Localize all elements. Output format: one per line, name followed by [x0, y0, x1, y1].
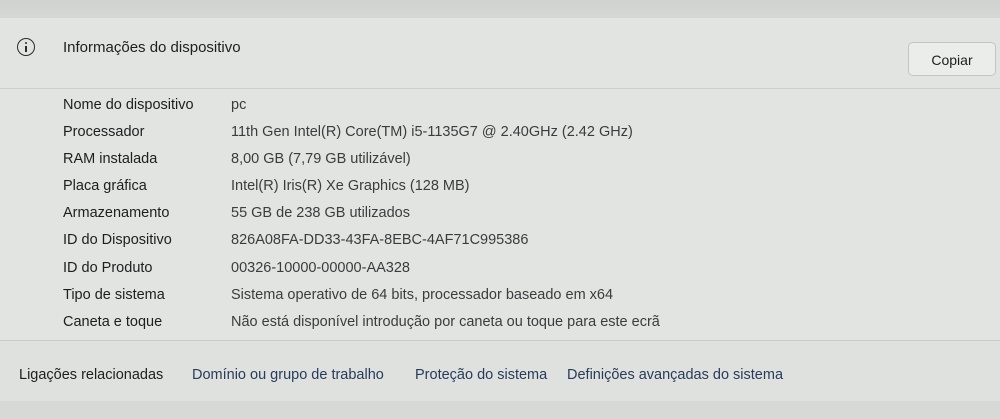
info-icon [17, 38, 35, 56]
spec-value[interactable]: 11th Gen Intel(R) Core(TM) i5-1135G7 @ 2… [231, 124, 633, 140]
spec-value[interactable]: Intel(R) Iris(R) Xe Graphics (128 MB) [231, 178, 470, 194]
spec-label: ID do Dispositivo [63, 232, 172, 249]
spec-value[interactable]: Não está disponível introdução por canet… [231, 314, 660, 330]
header-divider [0, 88, 1000, 89]
copy-button[interactable]: Copiar [908, 42, 996, 76]
spec-label: Processador [63, 124, 145, 141]
spec-list: Nome do dispositivo pc Processador 11th … [0, 93, 1000, 337]
spec-value[interactable]: 826A08FA-DD33-43FA-8EBC-4AF71C995386 [231, 232, 528, 248]
spec-value[interactable]: 00326-10000-00000-AA328 [231, 260, 410, 276]
spec-label: Caneta e toque [63, 313, 163, 330]
spec-label: Armazenamento [63, 205, 170, 222]
related-links-title: Ligações relacionadas [19, 367, 164, 383]
spec-value[interactable]: pc [231, 97, 246, 113]
spec-value[interactable]: 8,00 GB (7,79 GB utilizável) [231, 151, 411, 167]
spec-row-device-id: ID do Dispositivo 826A08FA-DD33-43FA-8EB… [0, 228, 1000, 255]
spec-row-system-type: Tipo de sistema Sistema operativo de 64 … [0, 283, 1000, 310]
spec-label: ID do Produto [63, 259, 153, 276]
spec-row-storage: Armazenamento 55 GB de 238 GB utilizados [0, 201, 1000, 228]
spec-row-product-id: ID do Produto 00326-10000-00000-AA328 [0, 256, 1000, 283]
link-advanced-system-settings[interactable]: Definições avançadas do sistema [567, 367, 783, 383]
link-domain-workgroup[interactable]: Domínio ou grupo de trabalho [192, 367, 384, 383]
section-title: Informações do dispositivo [63, 39, 241, 56]
spec-label: RAM instalada [63, 151, 158, 168]
spec-label: Placa gráfica [63, 178, 147, 195]
spec-value[interactable]: 55 GB de 238 GB utilizados [231, 205, 410, 221]
spec-row-pen-touch: Caneta e toque Não está disponível intro… [0, 310, 1000, 337]
spec-row-device-name: Nome do dispositivo pc [0, 93, 1000, 120]
bottom-edge [0, 401, 1000, 419]
spec-value[interactable]: Sistema operativo de 64 bits, processado… [231, 287, 613, 303]
window-top-strip [0, 0, 1000, 19]
spec-label: Nome do dispositivo [63, 97, 194, 113]
spec-row-processor: Processador 11th Gen Intel(R) Core(TM) i… [0, 120, 1000, 147]
spec-row-graphics: Placa gráfica Intel(R) Iris(R) Xe Graphi… [0, 174, 1000, 201]
related-links-bar: Ligações relacionadas Domínio ou grupo d… [0, 341, 1000, 401]
device-info-header[interactable]: Informações do dispositivo Copiar [0, 18, 1000, 88]
device-info-card: Informações do dispositivo Copiar Nome d… [0, 18, 1000, 341]
spec-label: Tipo de sistema [63, 286, 165, 303]
spec-row-ram: RAM instalada 8,00 GB (7,79 GB utilizáve… [0, 147, 1000, 174]
link-system-protection[interactable]: Proteção do sistema [415, 367, 547, 383]
